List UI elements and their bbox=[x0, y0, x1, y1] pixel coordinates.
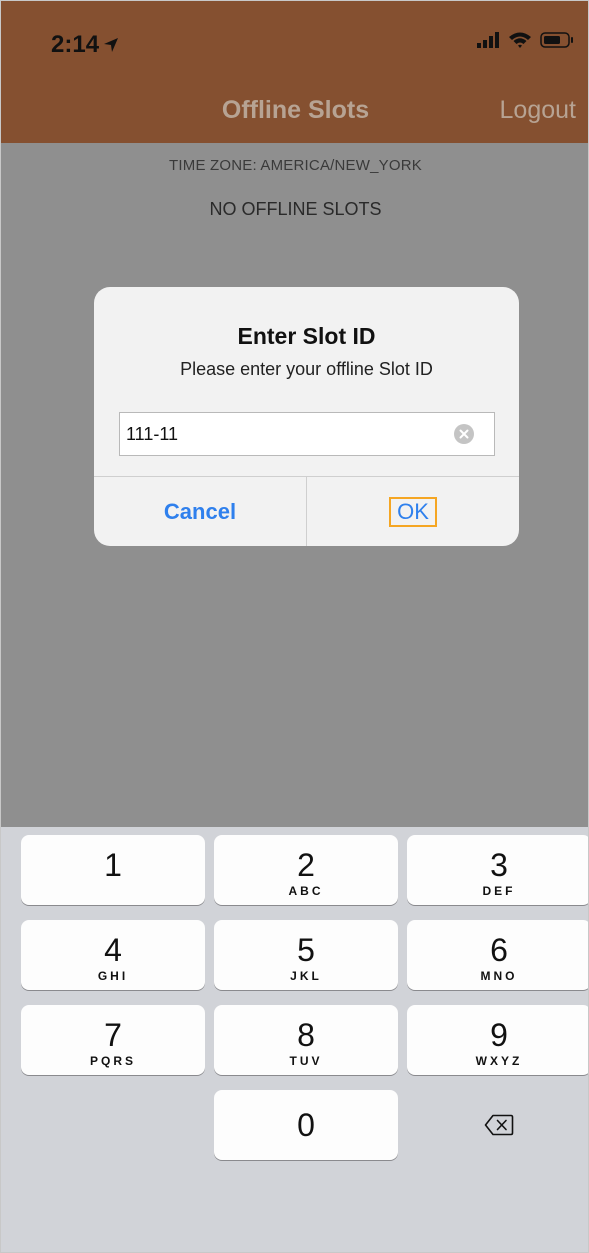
key-digit: 3 bbox=[490, 847, 508, 883]
key-digit: 9 bbox=[490, 1017, 508, 1053]
key-2[interactable]: 2 ABC bbox=[214, 835, 398, 905]
clear-icon bbox=[459, 429, 469, 439]
key-letters: WXYZ bbox=[475, 1054, 523, 1068]
cancel-button[interactable]: Cancel bbox=[94, 477, 306, 546]
clear-input-button[interactable] bbox=[454, 424, 474, 444]
key-5[interactable]: 5 JKL bbox=[214, 920, 398, 990]
delete-key[interactable] bbox=[407, 1090, 588, 1160]
backspace-icon bbox=[484, 1114, 514, 1136]
status-time-text: 2:14 bbox=[51, 31, 100, 58]
ok-button[interactable]: OK bbox=[307, 477, 519, 546]
key-letters: MNO bbox=[480, 969, 518, 983]
key-1[interactable]: 1 bbox=[21, 835, 205, 905]
key-0[interactable]: 0 bbox=[214, 1090, 398, 1160]
key-digit: 0 bbox=[297, 1107, 315, 1143]
key-digit: 2 bbox=[297, 847, 315, 883]
key-letters: PQRS bbox=[89, 1054, 136, 1068]
ok-button-label: OK bbox=[389, 496, 437, 527]
navigation-bar: 2:14 Offline Slots Logout bbox=[1, 1, 588, 143]
key-digit: 8 bbox=[297, 1017, 315, 1053]
dialog-title: Enter Slot ID bbox=[237, 323, 376, 349]
status-time: 2:14 bbox=[51, 31, 119, 59]
key-digit: 4 bbox=[104, 932, 122, 968]
logout-button[interactable]: Logout bbox=[500, 96, 576, 125]
key-letters: JKL bbox=[290, 969, 322, 983]
wifi-icon bbox=[509, 32, 531, 48]
enter-slot-id-dialog: Enter Slot ID Please enter your offline … bbox=[94, 287, 519, 546]
battery-icon bbox=[540, 31, 573, 48]
key-9[interactable]: 9 WXYZ bbox=[407, 1005, 588, 1075]
slot-id-input[interactable] bbox=[126, 413, 446, 455]
time-zone-label: TIME ZONE: AMERICA/NEW_YORK bbox=[169, 157, 422, 174]
key-digit: 5 bbox=[297, 932, 315, 968]
location-arrow-icon bbox=[104, 38, 119, 52]
key-8[interactable]: 8 TUV bbox=[214, 1005, 398, 1075]
key-6[interactable]: 6 MNO bbox=[407, 920, 588, 990]
key-letters: GHI bbox=[97, 969, 129, 983]
key-letters: TUV bbox=[289, 1054, 323, 1068]
cellular-signal-icon bbox=[477, 31, 499, 48]
phone-screen: 2:14 Offline Slots Logout TIME ZONE: AME… bbox=[0, 0, 589, 1253]
key-digit: 1 bbox=[104, 847, 122, 883]
key-letters: DEF bbox=[482, 884, 516, 898]
key-digit: 7 bbox=[104, 1017, 122, 1053]
slot-id-field bbox=[119, 412, 495, 456]
key-7[interactable]: 7 PQRS bbox=[21, 1005, 205, 1075]
key-letters: ABC bbox=[288, 884, 324, 898]
key-3[interactable]: 3 DEF bbox=[407, 835, 588, 905]
key-digit: 6 bbox=[490, 932, 508, 968]
status-icons bbox=[476, 31, 574, 48]
key-4[interactable]: 4 GHI bbox=[21, 920, 205, 990]
empty-state-message: NO OFFLINE SLOTS bbox=[209, 199, 382, 219]
dialog-message: Please enter your offline Slot ID bbox=[180, 359, 433, 379]
